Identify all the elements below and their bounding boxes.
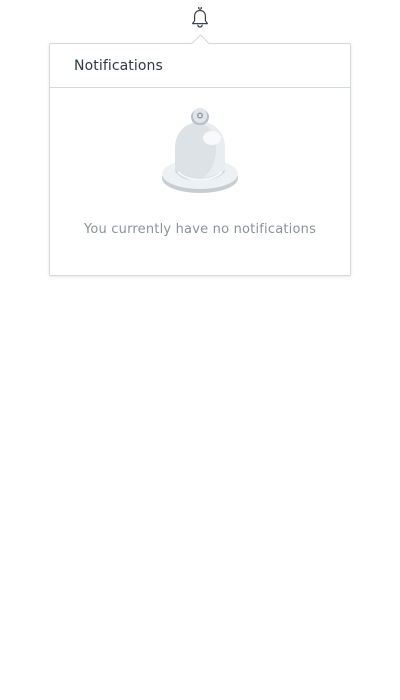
empty-message: You currently have no notifications [83, 222, 317, 237]
bell-illustration [162, 108, 238, 193]
notifications-popover: Notifications You currently have no noti… [49, 34, 351, 276]
notifications-page: Notifications You currently have no noti… [0, 0, 400, 700]
bell-icon [192, 7, 208, 28]
notifications-bell-button[interactable] [189, 6, 211, 30]
empty-state: You currently have no notifications [50, 88, 350, 237]
popover-title: Notifications [74, 57, 163, 74]
